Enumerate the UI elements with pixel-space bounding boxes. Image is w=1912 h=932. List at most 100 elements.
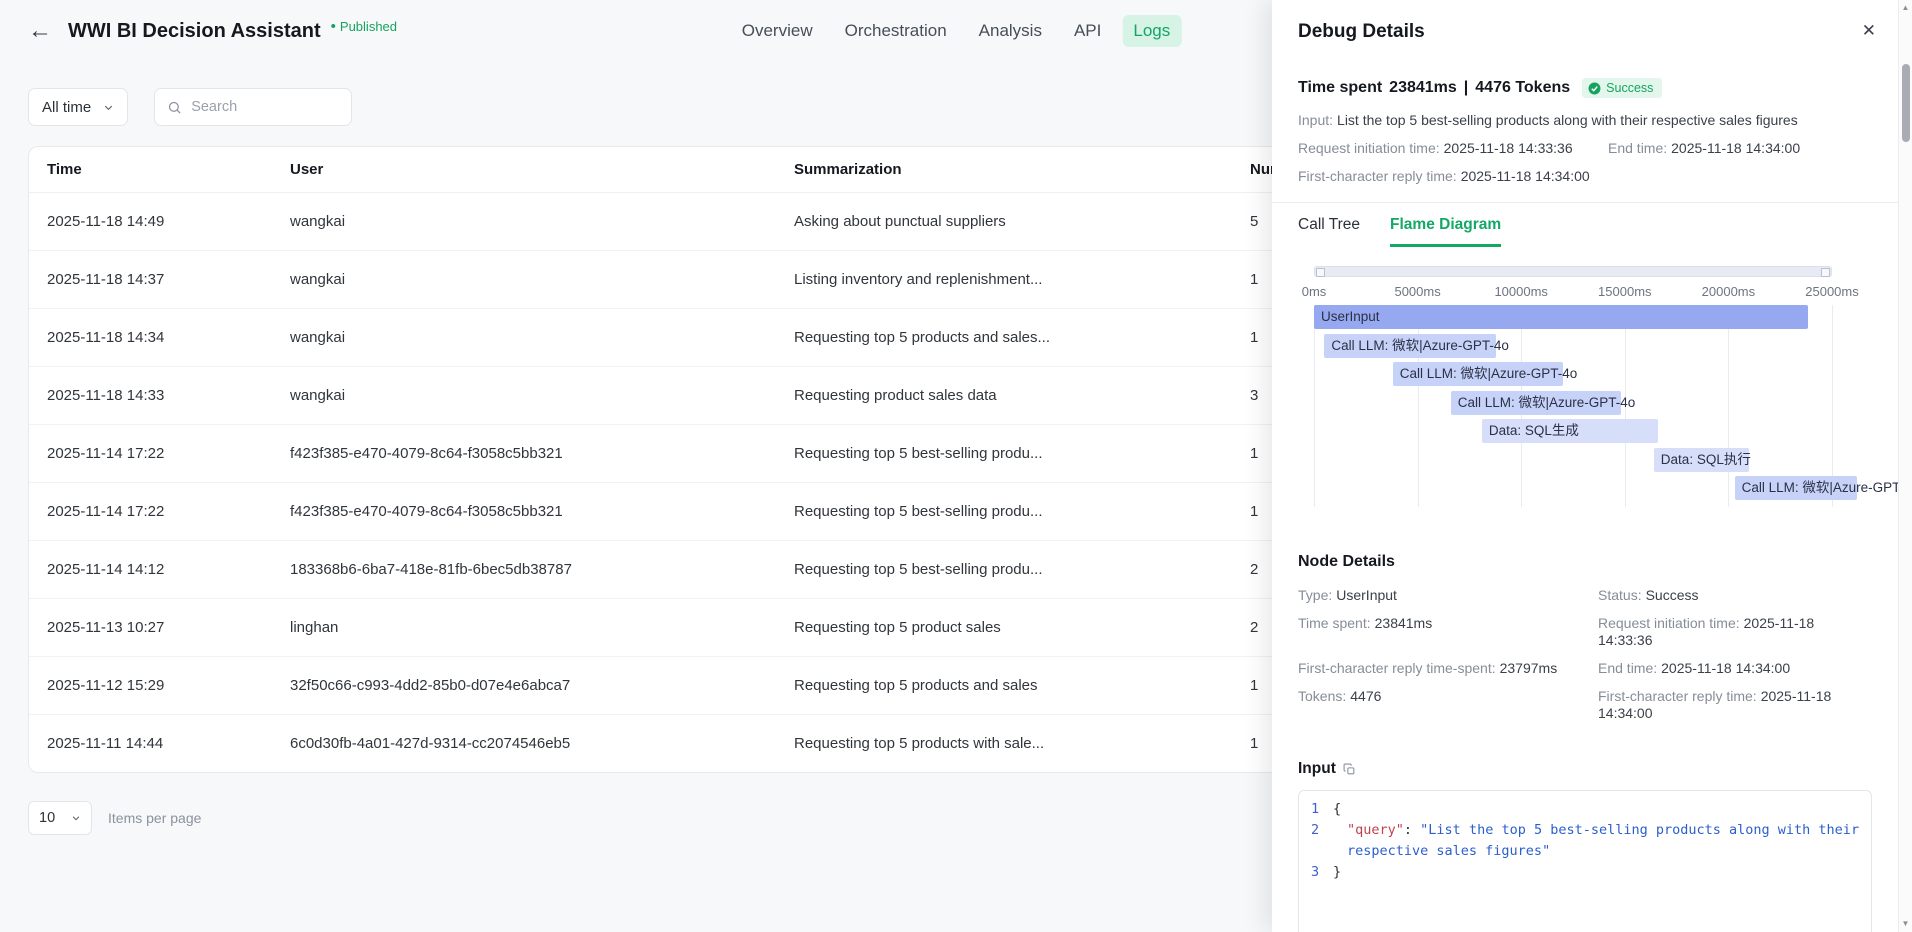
table-cell: 2025-11-14 17:22	[29, 425, 274, 483]
tab-overview[interactable]: Overview	[731, 15, 824, 47]
table-cell: wangkai	[274, 309, 778, 367]
table-cell: Requesting top 5 products and sales...	[778, 309, 1234, 367]
tab-api[interactable]: API	[1063, 15, 1112, 47]
table-cell: 2025-11-11 14:44	[29, 715, 274, 773]
detail-item: End time:2025-11-18 14:34:00	[1598, 660, 1872, 677]
tab-flame-diagram[interactable]: Flame Diagram	[1390, 216, 1501, 247]
table-cell: wangkai	[274, 367, 778, 425]
tab-orchestration[interactable]: Orchestration	[834, 15, 958, 47]
time-range-value: All time	[42, 99, 91, 116]
copy-icon[interactable]	[1343, 763, 1356, 776]
detail-item: Request initiation time:2025-11-18 14:33…	[1598, 615, 1872, 649]
flame-bar[interactable]: UserInput	[1314, 305, 1808, 329]
table-cell: 2025-11-18 14:49	[29, 193, 274, 251]
stats-separator: |	[1464, 79, 1468, 97]
line-number: 3	[1299, 862, 1333, 883]
flame-axis: 0ms5000ms10000ms15000ms20000ms25000ms	[1314, 284, 1832, 300]
axis-tick-label: 15000ms	[1598, 284, 1651, 299]
input-section-header: Input	[1298, 760, 1872, 778]
table-cell: wangkai	[274, 193, 778, 251]
detail-value: 23841ms	[1375, 615, 1433, 631]
page-size-select[interactable]: 10	[28, 801, 92, 835]
time-range-select[interactable]: All time	[28, 88, 128, 126]
divider	[1272, 202, 1898, 203]
table-cell: 2025-11-18 14:33	[29, 367, 274, 425]
success-badge: Success	[1582, 78, 1662, 98]
table-cell: Listing inventory and replenishment...	[778, 251, 1234, 309]
scroll-up-icon[interactable]: ▲	[1899, 1, 1912, 15]
detail-value: 2025-11-18 14:34:00	[1661, 660, 1790, 676]
check-circle-icon	[1588, 82, 1601, 95]
table-cell: 32f50c66-c993-4dd2-85b0-d07e4e6abca7	[274, 657, 778, 715]
code-line: 1{	[1299, 799, 1861, 820]
gridline	[1728, 305, 1729, 507]
gridline	[1314, 305, 1315, 507]
table-cell: Requesting top 5 products and sales	[778, 657, 1234, 715]
timeline-zoom-slider[interactable]	[1314, 266, 1832, 277]
tab-call-tree[interactable]: Call Tree	[1298, 216, 1360, 247]
flame-bar[interactable]: Call LLM: 微软|Azure-GPT-4o	[1735, 476, 1857, 500]
table-cell: wangkai	[274, 251, 778, 309]
flame-bar[interactable]: Call LLM: 微软|Azure-GPT-4o	[1393, 362, 1563, 386]
detail-label: Time spent:	[1298, 615, 1371, 631]
input-heading: Input	[1298, 760, 1336, 778]
table-cell: 2025-11-13 10:27	[29, 599, 274, 657]
detail-label: End time:	[1598, 660, 1657, 676]
detail-label: Tokens:	[1298, 688, 1346, 704]
axis-tick-label: 20000ms	[1702, 284, 1755, 299]
end-time: End time:2025-11-18 14:34:00	[1608, 140, 1872, 157]
table-cell: linghan	[274, 599, 778, 657]
code-token: }	[1333, 864, 1341, 880]
tab-analysis[interactable]: Analysis	[968, 15, 1053, 47]
flame-diagram-section: 0ms5000ms10000ms15000ms20000ms25000ms Us…	[1272, 247, 1898, 507]
detail-item: First-character reply time-spent:23797ms	[1298, 660, 1598, 677]
detail-value: Success	[1646, 587, 1699, 603]
code-content: }	[1333, 862, 1861, 883]
search-box[interactable]	[154, 88, 352, 126]
vertical-scrollbar[interactable]: ▲ ▼	[1898, 0, 1912, 932]
panel-tabs: Call Tree Flame Diagram	[1272, 216, 1898, 247]
nav-tabs: Overview Orchestration Analysis API Logs	[731, 15, 1182, 47]
flame-bar[interactable]: Call LLM: 微软|Azure-GPT-4o	[1324, 334, 1496, 358]
table-cell: Requesting top 5 best-selling produ...	[778, 541, 1234, 599]
table-cell: Requesting top 5 best-selling produ...	[778, 483, 1234, 541]
table-cell: Requesting top 5 products with sale...	[778, 715, 1234, 773]
code-token: {	[1333, 801, 1341, 817]
page-title: WWI BI Decision Assistant	[68, 20, 321, 43]
detail-item: Type:UserInput	[1298, 587, 1598, 604]
close-icon[interactable]: ✕	[1860, 20, 1878, 41]
meta-first-char: First-character reply time:2025-11-18 14…	[1298, 168, 1872, 185]
code-content: "query": "List the top 5 best-selling pr…	[1333, 820, 1861, 862]
back-icon[interactable]: ←	[28, 19, 52, 43]
table-cell: 183368b6-6ba7-418e-81fb-6bec5db38787	[274, 541, 778, 599]
tab-logs[interactable]: Logs	[1122, 15, 1181, 47]
line-number: 2	[1299, 820, 1333, 862]
table-cell: f423f385-e470-4079-8c64-f3058c5bb321	[274, 483, 778, 541]
tokens-value: 4476 Tokens	[1475, 79, 1570, 97]
scroll-down-icon[interactable]: ▼	[1899, 917, 1912, 931]
code-block[interactable]: 1{2"query": "List the top 5 best-selling…	[1298, 790, 1872, 932]
input-value: List the top 5 best-selling products alo…	[1337, 112, 1798, 128]
table-cell: 2025-11-18 14:34	[29, 309, 274, 367]
detail-label: First-character reply time:	[1598, 688, 1757, 704]
flame-bar[interactable]: Data: SQL执行	[1654, 448, 1749, 472]
time-spent-label: Time spent	[1298, 79, 1382, 97]
page-size-value: 10	[39, 810, 55, 826]
detail-item: Tokens:4476	[1298, 688, 1598, 722]
column-header-user: User	[274, 147, 778, 193]
flame-bar[interactable]: Call LLM: 微软|Azure-GPT-4o	[1451, 391, 1621, 415]
flame-bar[interactable]: Data: SQL生成	[1482, 419, 1658, 443]
debug-details-panel: Debug Details ✕ Time spent 23841ms | 447…	[1272, 0, 1898, 932]
detail-item: First-character reply time:2025-11-18 14…	[1598, 688, 1872, 722]
node-details-heading: Node Details	[1298, 553, 1872, 571]
axis-tick-label: 10000ms	[1494, 284, 1547, 299]
search-input[interactable]	[191, 99, 331, 115]
code-line: 2"query": "List the top 5 best-selling p…	[1299, 820, 1861, 862]
detail-value: UserInput	[1336, 587, 1397, 603]
chevron-down-icon	[71, 813, 81, 823]
code-content: {	[1333, 799, 1861, 820]
table-cell: Requesting product sales data	[778, 367, 1234, 425]
scrollbar-thumb[interactable]	[1902, 64, 1910, 142]
axis-tick-label: 5000ms	[1394, 284, 1440, 299]
detail-label: First-character reply time-spent:	[1298, 660, 1496, 676]
